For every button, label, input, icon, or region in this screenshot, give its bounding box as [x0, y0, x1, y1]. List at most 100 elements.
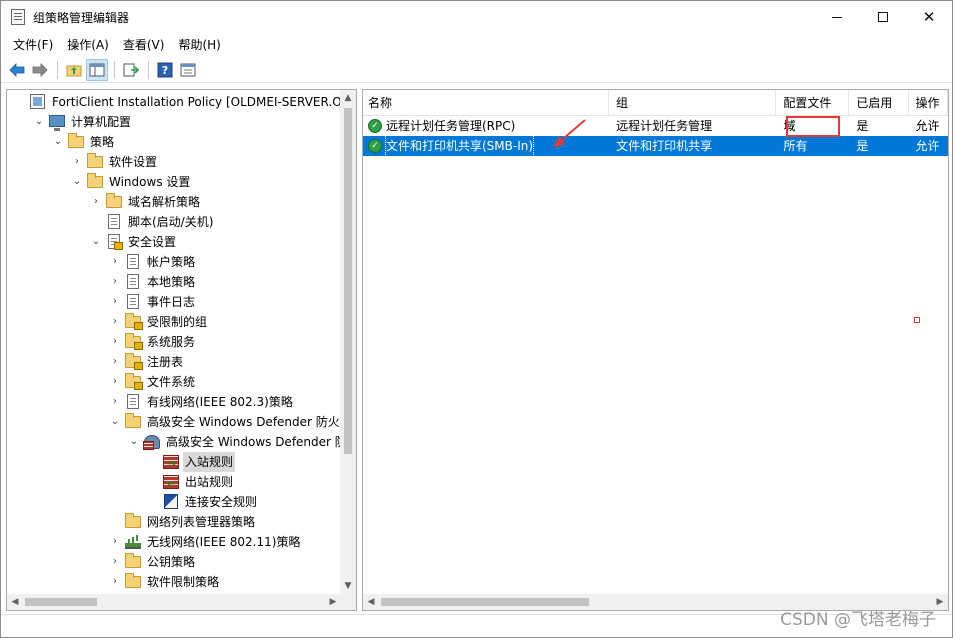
- tree-item[interactable]: › 有线网络(IEEE 802.3)策略: [108, 392, 295, 412]
- tree-item[interactable]: ⌄ 计算机配置: [32, 112, 133, 132]
- menu-file[interactable]: 文件(F): [6, 34, 60, 56]
- column-header-enabled[interactable]: 已启用: [849, 90, 909, 116]
- tree-item[interactable]: › 受限制的组: [108, 312, 209, 332]
- folder-icon: [125, 573, 141, 590]
- column-header-action[interactable]: 操作: [909, 90, 948, 116]
- collapsed-chevron-icon[interactable]: ›: [108, 272, 122, 292]
- tree-item[interactable]: FortiClient Installation Policy [OLDMEI-…: [13, 92, 341, 112]
- expanded-chevron-icon[interactable]: ⌄: [127, 432, 141, 452]
- tree-item[interactable]: › 注册表: [108, 352, 185, 372]
- toolbar-separator: [114, 60, 115, 79]
- maximize-button[interactable]: [860, 1, 906, 33]
- expanded-chevron-icon[interactable]: ⌄: [70, 172, 84, 192]
- scroll-up-icon[interactable]: ▲: [340, 90, 356, 106]
- tree-item[interactable]: ⌄ 安全设置: [89, 232, 178, 252]
- collapsed-chevron-icon[interactable]: ›: [108, 252, 122, 272]
- tree-item[interactable]: 脚本(启动/关机): [89, 212, 215, 232]
- collapsed-chevron-icon[interactable]: ›: [108, 392, 122, 412]
- watermark: CSDN @飞塔老梅子: [780, 610, 936, 630]
- title-bar: 组策略管理编辑器 ✕: [1, 1, 952, 33]
- folder-icon: [125, 513, 141, 530]
- scroll-corner: [340, 594, 356, 610]
- collapsed-chevron-icon[interactable]: ›: [108, 312, 122, 332]
- tree-item[interactable]: ⌄ Windows 设置: [70, 172, 192, 192]
- collapsed-chevron-icon[interactable]: ›: [108, 352, 122, 372]
- collapsed-chevron-icon[interactable]: ›: [108, 372, 122, 392]
- collapsed-chevron-icon[interactable]: ›: [89, 192, 103, 212]
- tree-item[interactable]: › 无线网络(IEEE 802.11)策略: [108, 532, 302, 552]
- up-folder-icon: [66, 65, 82, 76]
- collapsed-chevron-icon[interactable]: ›: [108, 552, 122, 572]
- tree-hscroll-thumb[interactable]: [25, 598, 97, 606]
- document-icon: [125, 394, 141, 410]
- tree-item[interactable]: ⌄ 策略: [51, 132, 116, 152]
- tree-item[interactable]: › 软件限制策略: [108, 572, 221, 592]
- tree-vertical-scrollbar[interactable]: ▲ ▼: [340, 90, 356, 594]
- tree-item[interactable]: ⌄ 高级安全 Windows Defender 防火墙: [127, 432, 341, 452]
- column-header-profile[interactable]: 配置文件: [776, 90, 850, 116]
- minimize-button[interactable]: [814, 1, 860, 33]
- svg-text:?: ?: [162, 64, 168, 77]
- outbound-rules-icon: [163, 474, 179, 494]
- expanded-chevron-icon[interactable]: ⌄: [51, 132, 65, 152]
- rule-row-rpc[interactable]: ✓ 远程计划任务管理(RPC) 远程计划任务管理 域 是 允许: [363, 116, 948, 136]
- tree-item-label: 网络列表管理器策略: [147, 515, 256, 529]
- rule-row-smb[interactable]: ✓ 文件和打印机共享(SMB-In) 文件和打印机共享 所有 是 允许: [363, 136, 948, 156]
- tree-horizontal-scrollbar[interactable]: ◀ ▶: [7, 594, 341, 610]
- annotation-marker: [914, 317, 920, 323]
- back-button[interactable]: [6, 59, 28, 81]
- list-hscroll-thumb[interactable]: [381, 598, 589, 606]
- tree-vscroll-thumb[interactable]: [344, 108, 352, 454]
- scroll-right-icon[interactable]: ▶: [325, 594, 341, 610]
- tree-item-label: 入站规则: [183, 452, 236, 472]
- tree-item[interactable]: 入站规则: [146, 452, 236, 474]
- menu-action[interactable]: 操作(A): [60, 34, 116, 56]
- collapsed-chevron-icon[interactable]: ›: [108, 332, 122, 352]
- tree-item[interactable]: › 系统服务: [108, 332, 197, 352]
- properties-button[interactable]: [177, 59, 199, 81]
- tree-item-label: 安全设置: [128, 235, 177, 249]
- inbound-rules-icon: [163, 454, 179, 474]
- scroll-left-icon[interactable]: ◀: [7, 594, 23, 610]
- export-list-button[interactable]: [120, 59, 142, 81]
- expanded-chevron-icon[interactable]: ⌄: [89, 232, 103, 252]
- collapsed-chevron-icon[interactable]: ›: [108, 572, 122, 592]
- tree-item[interactable]: › 域名解析策略: [89, 192, 202, 212]
- tree-item[interactable]: › 本地策略: [108, 272, 197, 292]
- tree-item[interactable]: ⌄ 高级安全 Windows Defender 防火墙: [108, 412, 341, 432]
- enabled-check-icon: ✓: [368, 119, 382, 133]
- folder-icon: [87, 173, 103, 190]
- menu-help[interactable]: 帮助(H): [171, 34, 227, 56]
- scroll-down-icon[interactable]: ▼: [340, 578, 356, 594]
- tree-item[interactable]: › 文件系统: [108, 372, 197, 392]
- policy-icon: [30, 94, 46, 110]
- tree-item[interactable]: 出站规则: [146, 472, 235, 494]
- tree-item[interactable]: › 软件设置: [70, 152, 159, 172]
- collapsed-chevron-icon[interactable]: ›: [70, 152, 84, 172]
- show-hide-tree-button[interactable]: [86, 58, 108, 81]
- close-button[interactable]: ✕: [906, 1, 952, 33]
- up-one-level-button[interactable]: [63, 59, 85, 81]
- column-header-name[interactable]: 名称: [363, 90, 610, 116]
- tree-item-label: 本地策略: [147, 275, 196, 289]
- help-button[interactable]: ?: [154, 59, 176, 81]
- maximize-icon: [878, 12, 888, 22]
- forward-button[interactable]: [29, 59, 51, 81]
- scroll-left-icon[interactable]: ◀: [363, 594, 379, 610]
- tree-item[interactable]: › 事件日志: [108, 292, 197, 312]
- folder-icon: [125, 413, 141, 430]
- annotation-highlight-box: [786, 116, 840, 137]
- expanded-chevron-icon[interactable]: ⌄: [32, 112, 46, 132]
- collapsed-chevron-icon[interactable]: ›: [108, 532, 122, 552]
- folder-icon: [68, 133, 84, 150]
- column-header-group[interactable]: 组: [609, 90, 777, 116]
- collapsed-chevron-icon[interactable]: ›: [108, 292, 122, 312]
- menu-view[interactable]: 查看(V): [116, 34, 172, 56]
- rule-group: 远程计划任务管理: [616, 119, 713, 133]
- tree-item[interactable]: 连接安全规则: [146, 492, 259, 512]
- tree-item[interactable]: › 帐户策略: [108, 252, 197, 272]
- tree-item[interactable]: 网络列表管理器策略: [108, 512, 257, 532]
- expanded-chevron-icon[interactable]: ⌄: [108, 412, 122, 432]
- toolbar: ?: [1, 57, 952, 83]
- tree-item[interactable]: › 公钥策略: [108, 552, 197, 572]
